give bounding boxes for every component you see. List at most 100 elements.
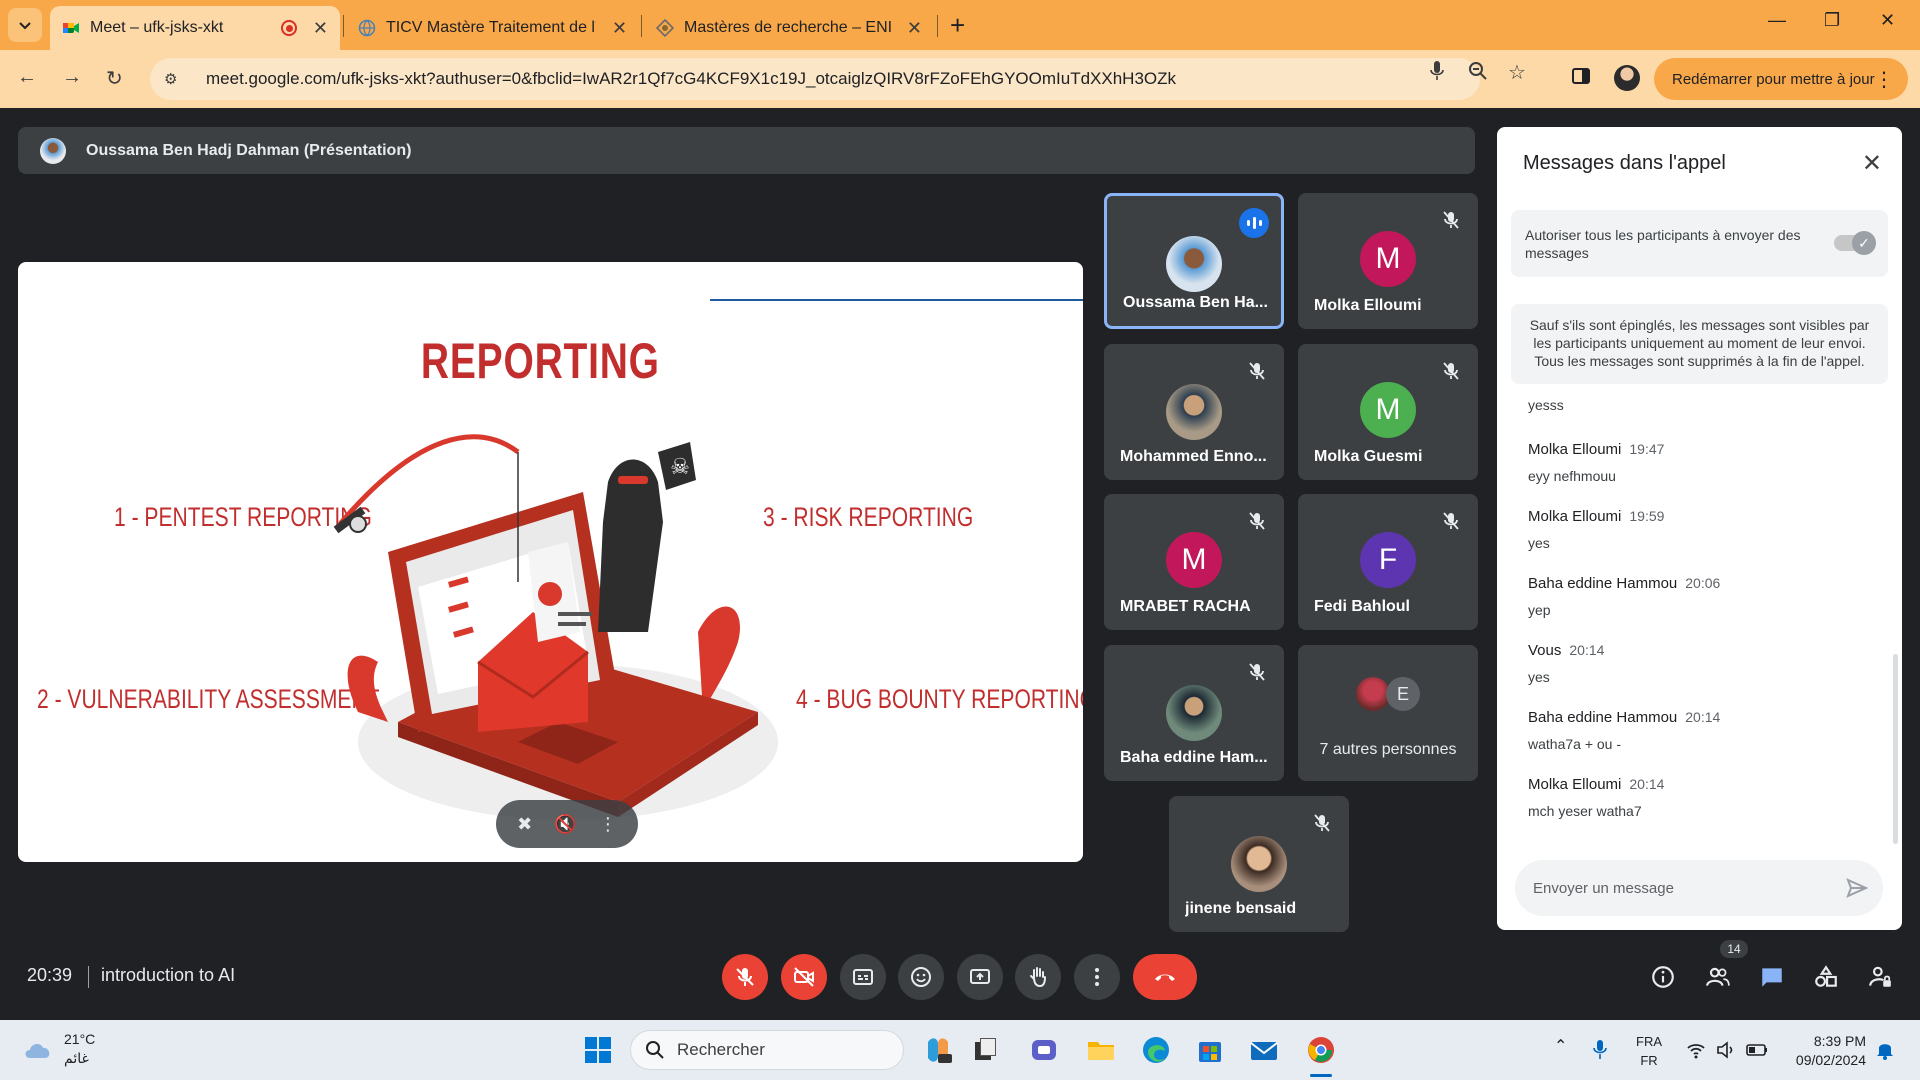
site-info-icon[interactable]: ⚙ [164,70,188,88]
back-icon[interactable]: ← [17,66,37,89]
tab-search-button[interactable] [8,8,42,42]
more-options-icon[interactable]: ⋮ [599,814,617,835]
leave-call-button[interactable] [1133,954,1197,1000]
sender-name: Vous [1528,642,1562,659]
zoom-icon[interactable] [1468,60,1488,82]
mic-off-icon [1311,812,1333,834]
raise-hand-button[interactable] [1015,954,1061,1000]
address-bar[interactable]: ⚙ meet.google.com/ufk-jsks-xkt?authuser=… [150,58,1480,100]
captions-button[interactable] [840,954,886,1000]
show-hidden-icons[interactable]: ⌃ [1554,1036,1567,1056]
message-time: 20:14 [1569,642,1605,658]
minimize-icon[interactable]: — [1768,10,1786,31]
camera-off-button[interactable] [781,954,827,1000]
message-time: 19:47 [1629,441,1665,457]
reload-icon[interactable]: ↻ [106,66,123,91]
activities-button[interactable] [1811,962,1841,992]
message-text: eyy nefhmouu [1528,468,1616,484]
file-explorer-icon[interactable] [1085,1034,1117,1066]
participant-avatar: F [1360,532,1416,588]
people-button[interactable] [1703,962,1733,992]
close-tab-icon[interactable]: ✕ [612,18,627,39]
notification-bell-icon[interactable] [1876,1038,1894,1060]
microphone-tray-icon[interactable] [1592,1039,1608,1061]
sender-name: Baha eddine Hammou [1528,709,1678,726]
participant-photo [1166,384,1222,440]
participant-photo [1356,677,1390,711]
task-view-icon[interactable] [970,1034,1002,1066]
host-controls-button[interactable] [1865,962,1895,992]
close-chat-icon[interactable]: ✕ [1862,149,1882,178]
google-meet-icon [63,23,79,33]
mic-off-button[interactable] [722,954,768,1000]
taskbar-search[interactable]: Rechercher [630,1030,904,1070]
globe-icon [358,19,376,37]
weather-widget[interactable]: 21°C غائم [22,1030,95,1068]
people-count-badge: 14 [1720,940,1748,958]
chat-panel: Messages dans l'appel ✕ Autoriser tous l… [1497,127,1902,930]
participant-photo [1231,836,1287,892]
side-panel-icon[interactable] [1571,66,1591,86]
active-app-indicator [1310,1074,1332,1077]
enit-logo-icon [656,19,674,37]
keyboard-layout: FR [1640,1053,1658,1068]
taskbar-clock[interactable]: 8:39 PM 09/02/2024 [1786,1032,1866,1070]
bookmark-star-icon[interactable]: ☆ [1508,60,1526,85]
participant-tile[interactable]: M Molka Guesmi [1298,344,1478,480]
battery-icon[interactable] [1746,1040,1768,1060]
windows-start-icon[interactable] [582,1034,614,1066]
language-indicator[interactable]: FRA FR [1636,1032,1662,1070]
send-icon[interactable] [1845,876,1869,900]
teams-chat-icon[interactable] [1028,1034,1060,1066]
participant-avatar: M [1166,532,1222,588]
participant-tile[interactable]: Mohammed Enno... [1104,344,1284,480]
meeting-details-button[interactable] [1648,962,1678,992]
tab-meet[interactable]: Meet – ufk-jsks-xkt ✕ [50,6,340,50]
message-input[interactable] [1533,879,1823,897]
participant-tile[interactable]: E 7 autres personnes [1298,645,1478,781]
tab-enit[interactable]: Mastères de recherche – ENIT ✕ [644,6,934,50]
present-screen-button[interactable] [957,954,1003,1000]
allow-messages-toggle[interactable] [1834,231,1876,255]
participant-tile[interactable]: F Fedi Bahloul [1298,494,1478,630]
microphone-icon[interactable] [1428,60,1446,82]
mute-presentation-icon[interactable]: 🔇 [554,814,576,835]
close-tab-icon[interactable]: ✕ [313,18,328,39]
restore-icon[interactable]: ❐ [1824,10,1840,31]
mail-icon[interactable] [1248,1034,1280,1066]
unpin-icon[interactable]: ✖ [517,814,532,835]
participant-name: Oussama Ben Ha... [1123,294,1268,311]
participant-tile[interactable]: Baha eddine Ham... [1104,645,1284,781]
forward-icon[interactable]: → [62,66,82,89]
update-button[interactable]: Redémarrer pour mettre à jour ⋮ [1654,58,1908,100]
message-sender: Molka Elloumi 20:14 [1528,776,1868,793]
participant-name: Molka Elloumi [1314,297,1422,314]
close-window-icon[interactable]: ✕ [1880,10,1895,31]
windows-taskbar: 21°C غائم Rechercher ⌃ FRA FR 8:39 PM 09… [0,1020,1920,1080]
chrome-icon[interactable] [1305,1034,1337,1066]
participant-tile[interactable]: M Molka Elloumi [1298,193,1478,329]
close-tab-icon[interactable]: ✕ [907,18,922,39]
speaking-indicator-icon [1239,208,1269,238]
copilot-icon[interactable] [922,1034,954,1066]
reactions-button[interactable] [898,954,944,1000]
microsoft-store-icon[interactable] [1194,1034,1226,1066]
tab-title: Mastères de recherche – ENIT [684,19,891,36]
chat-button[interactable] [1757,962,1787,992]
wifi-icon[interactable] [1686,1040,1706,1060]
edge-icon[interactable] [1140,1034,1172,1066]
participant-tile[interactable]: Oussama Ben Ha... [1104,193,1284,329]
volume-icon[interactable] [1716,1040,1736,1060]
participant-tile[interactable]: jinene bensaid [1169,796,1349,932]
participant-tile[interactable]: M MRABET RACHA [1104,494,1284,630]
chat-message: Molka Elloumi 20:14 mch yeser watha7 [1528,776,1868,843]
profile-avatar[interactable] [1614,65,1640,91]
mic-off-icon [1246,510,1268,532]
participant-photo [1166,236,1222,292]
slide-item-4: 4 - BUG BOUNTY REPORTING [796,684,1083,714]
message-compose [1515,860,1883,916]
chat-scrollbar[interactable] [1893,654,1898,844]
tab-ticv[interactable]: TICV Mastère Traitement de l'In ✕ [346,6,640,50]
more-options-button[interactable] [1074,954,1120,1000]
new-tab-button[interactable]: + [950,10,965,41]
